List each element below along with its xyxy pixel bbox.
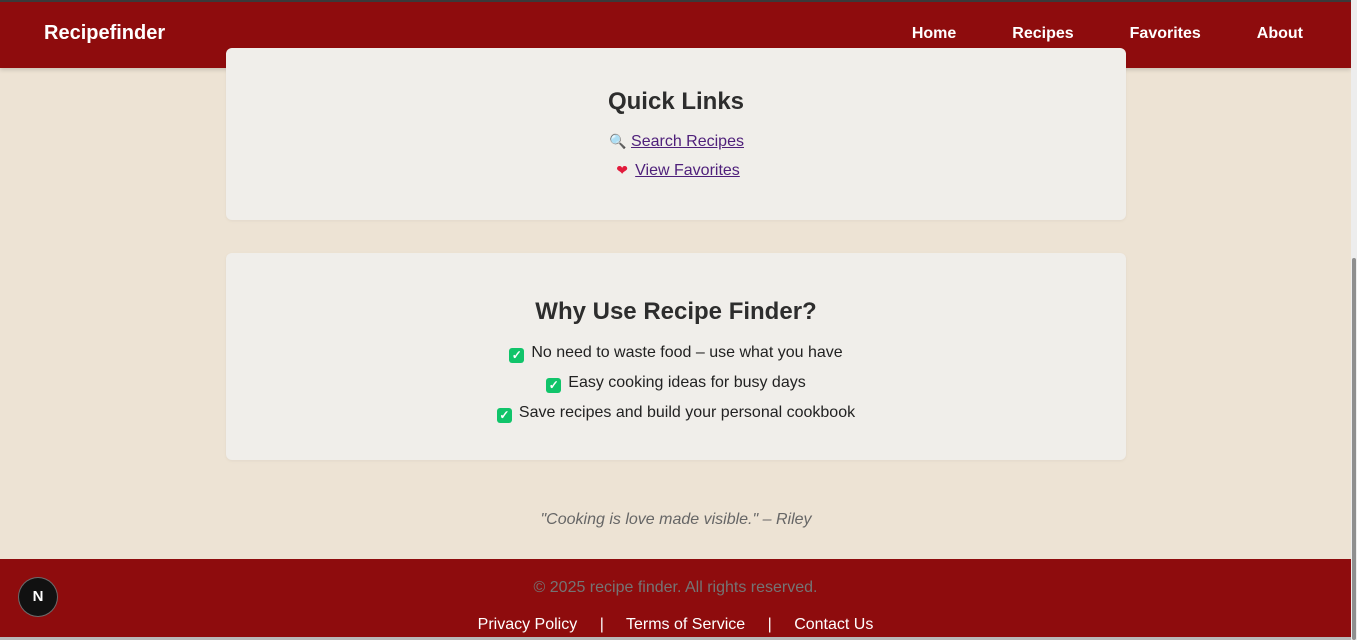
check-icon: ✓ xyxy=(496,408,512,423)
terms-of-service-link[interactable]: Terms of Service xyxy=(626,616,745,633)
benefit-label: No need to waste food – use what you hav… xyxy=(531,344,843,361)
footer-separator: | xyxy=(767,616,772,633)
benefit-item: ✓ No need to waste food – use what you ha… xyxy=(509,343,843,363)
recipe-finder-page: Recipefinder Home Recipes Favorites Abou… xyxy=(0,0,1357,640)
vertical-scrollbar[interactable] xyxy=(1351,0,1357,640)
check-icon: ✓ xyxy=(509,348,525,363)
benefit-item: ✓ Save recipes and build your personal co… xyxy=(496,403,856,423)
contact-us-link[interactable]: Contact Us xyxy=(794,616,873,633)
cooking-quote: "Cooking is love made visible." – Riley xyxy=(540,511,812,528)
quick-links-title: Quick Links xyxy=(607,88,745,115)
footer-separator: | xyxy=(599,616,604,633)
benefit-label: Save recipes and build your personal coo… xyxy=(518,404,856,421)
check-icon: ✓ xyxy=(546,378,562,393)
nav-about-link[interactable]: About xyxy=(1257,25,1303,43)
view-favorites-link[interactable]: ❤ View Favorites xyxy=(612,161,740,180)
benefit-label: Easy cooking ideas for busy days xyxy=(568,374,806,391)
benefits-list: ✓ No need to waste food – use what you ha… xyxy=(226,343,1126,433)
main-nav: Home Recipes Favorites About xyxy=(856,25,1303,43)
nav-recipes-link[interactable]: Recipes xyxy=(1012,25,1073,43)
footer-links: Privacy Policy | Terms of Service | Cont… xyxy=(0,616,1351,634)
view-favorites-label: View Favorites xyxy=(635,162,740,179)
why-use-title: Why Use Recipe Finder? xyxy=(535,298,817,325)
quick-links-card: Quick Links 🔍 Search Recipes ❤ View Favori… xyxy=(226,48,1126,220)
quick-links-list: 🔍 Search Recipes ❤ View Favorites xyxy=(226,132,1126,190)
nav-favorites-link[interactable]: Favorites xyxy=(1130,25,1201,43)
search-recipes-link[interactable]: 🔍 Search Recipes xyxy=(608,132,744,151)
scrollbar-thumb[interactable] xyxy=(1352,258,1356,640)
heart-icon: ❤ xyxy=(616,162,629,178)
search-recipes-label: Search Recipes xyxy=(631,133,744,150)
brand-logo-link[interactable]: Recipefinder xyxy=(44,22,165,45)
copyright-text: © 2025 recipe finder. All rights reserve… xyxy=(533,579,818,596)
next-js-badge-button[interactable]: N xyxy=(19,578,57,616)
why-use-card: Why Use Recipe Finder? ✓ No need to waste… xyxy=(226,253,1126,460)
nav-home-link[interactable]: Home xyxy=(912,25,956,43)
search-icon: 🔍 xyxy=(609,133,627,149)
site-footer: © 2025 recipe finder. All rights reserve… xyxy=(0,559,1351,640)
benefit-item: ✓ Easy cooking ideas for busy days xyxy=(546,373,806,393)
privacy-policy-link[interactable]: Privacy Policy xyxy=(478,616,578,633)
